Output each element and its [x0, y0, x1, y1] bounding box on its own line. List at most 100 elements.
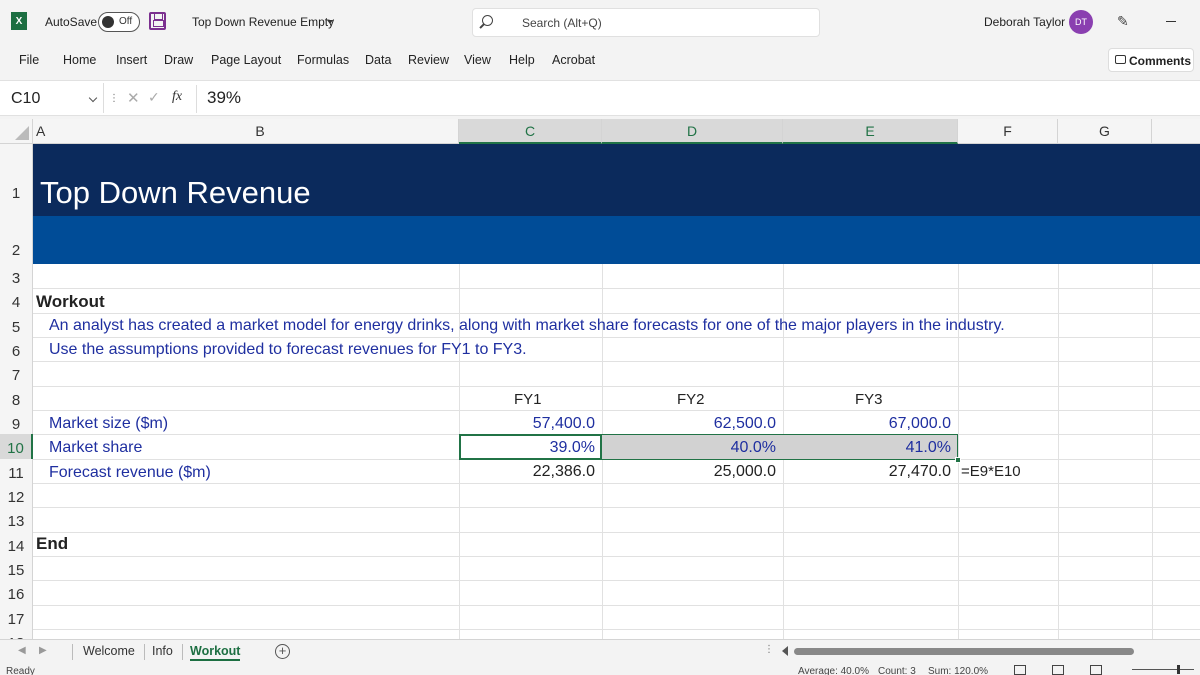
column-header-c[interactable]: C — [459, 119, 602, 144]
forecast-revenue-fy2[interactable]: 25,000.0 — [602, 463, 776, 481]
row-header[interactable]: 1 — [0, 144, 33, 216]
gridline — [33, 410, 1200, 411]
forecast-revenue-fy3[interactable]: 27,470.0 — [783, 463, 951, 481]
search-placeholder: Search (Alt+Q) — [522, 16, 602, 30]
autosave-state: Off — [119, 16, 133, 27]
tab-file[interactable]: File — [19, 53, 39, 67]
row-header[interactable]: 9 — [0, 410, 33, 434]
row-header[interactable]: 16 — [0, 580, 33, 605]
row-header[interactable]: 17 — [0, 605, 33, 629]
section-heading: Workout — [36, 292, 105, 311]
column-header-b[interactable]: B — [62, 119, 459, 144]
tab-help[interactable]: Help — [509, 53, 535, 67]
chevron-down-icon[interactable] — [88, 93, 98, 103]
tab-insert[interactable]: Insert — [116, 53, 147, 67]
row-header[interactable]: 10 — [0, 434, 33, 459]
column-header-g[interactable]: G — [1058, 119, 1152, 144]
row-header[interactable]: 2 — [0, 216, 33, 264]
add-sheet-icon[interactable]: + — [275, 644, 290, 659]
minimize-icon[interactable] — [1166, 21, 1176, 22]
row-header[interactable]: 11 — [0, 459, 33, 483]
user-name[interactable]: Deborah Taylor — [984, 15, 1065, 29]
more-options-icon[interactable]: ⋮ — [764, 644, 774, 655]
formula-note[interactable]: =E9*E10 — [961, 463, 1021, 480]
scroll-left-icon[interactable] — [782, 646, 788, 656]
sheet-tab-info[interactable]: Info — [152, 644, 173, 658]
tab-acrobat[interactable]: Acrobat — [552, 53, 595, 67]
save-icon[interactable] — [149, 12, 166, 30]
zoom-slider-knob[interactable] — [1177, 665, 1180, 674]
row-header[interactable]: 14 — [0, 532, 33, 556]
search-input[interactable]: Search (Alt+Q) — [472, 8, 820, 37]
page-break-view-icon[interactable] — [1090, 665, 1102, 675]
gridline — [33, 288, 1200, 289]
gridline — [33, 386, 1200, 387]
sheet-prev-icon[interactable]: ◀ — [18, 645, 26, 656]
row-header[interactable]: 3 — [0, 264, 33, 288]
comments-button[interactable]: Comments — [1108, 48, 1194, 72]
market-size-fy3[interactable]: 67,000.0 — [783, 415, 951, 433]
designer-pen-icon[interactable]: ✎ — [1117, 14, 1131, 28]
zoom-slider[interactable] — [1132, 669, 1194, 670]
tab-formulas[interactable]: Formulas — [297, 53, 349, 67]
gridline — [33, 629, 1200, 630]
insert-function-icon[interactable]: fx — [172, 89, 182, 105]
market-share-fy2[interactable]: 40.0% — [602, 439, 776, 457]
subtitle-band — [33, 216, 1200, 264]
row-header[interactable]: 13 — [0, 507, 33, 532]
sheet-tab-workout[interactable]: Workout — [190, 644, 241, 661]
market-share-fy3[interactable]: 41.0% — [783, 439, 951, 457]
market-size-fy1[interactable]: 57,400.0 — [459, 415, 595, 433]
row-header[interactable]: 8 — [0, 386, 33, 410]
tab-data[interactable]: Data — [365, 53, 391, 67]
name-box[interactable]: C10 — [0, 83, 104, 113]
name-box-value: C10 — [11, 90, 41, 107]
ribbon-tabs: File Home Insert Draw Page Layout Formul… — [0, 44, 1200, 78]
column-header-e[interactable]: E — [783, 119, 958, 144]
status-bar: Ready Average: 40.0% Count: 3 Sum: 120.0… — [0, 663, 1200, 675]
tab-home[interactable]: Home — [63, 53, 96, 67]
column-header-h[interactable] — [1152, 119, 1200, 144]
market-share-fy1[interactable]: 39.0% — [459, 439, 595, 457]
search-icon — [482, 15, 493, 26]
enter-icon[interactable]: ✓ — [148, 89, 160, 106]
tab-draw[interactable]: Draw — [164, 53, 193, 67]
normal-view-icon[interactable] — [1014, 665, 1026, 675]
tab-view[interactable]: View — [464, 53, 491, 67]
autosave-toggle[interactable]: Off — [98, 12, 140, 32]
status-sum[interactable]: Sum: 120.0% — [928, 666, 988, 675]
row-header[interactable]: 5 — [0, 313, 33, 337]
column-header-d[interactable]: D — [602, 119, 783, 144]
market-size-fy2[interactable]: 62,500.0 — [602, 415, 776, 433]
forecast-revenue-fy1[interactable]: 22,386.0 — [459, 463, 595, 481]
select-all-corner[interactable] — [0, 119, 33, 144]
formula-input[interactable]: 39% — [207, 88, 241, 108]
status-count[interactable]: Count: 3 — [878, 666, 916, 675]
row-header[interactable]: 6 — [0, 337, 33, 361]
forecast-revenue-label: Forecast revenue ($m) — [49, 464, 211, 481]
row-header[interactable]: 7 — [0, 361, 33, 386]
autosave-label: AutoSave — [45, 15, 98, 29]
comment-icon — [1115, 55, 1126, 64]
gridline — [33, 361, 1200, 362]
tab-page-layout[interactable]: Page Layout — [211, 53, 281, 67]
tab-divider — [72, 644, 73, 660]
more-options-icon[interactable]: ⋮ — [109, 93, 119, 104]
row-header[interactable]: 12 — [0, 483, 33, 507]
page-layout-view-icon[interactable] — [1052, 665, 1064, 675]
row-header[interactable]: 15 — [0, 556, 33, 580]
tab-divider — [182, 644, 183, 660]
cancel-icon[interactable]: ✕ — [127, 89, 140, 107]
horizontal-scrollbar[interactable] — [794, 648, 1134, 655]
status-average[interactable]: Average: 40.0% — [798, 666, 869, 675]
sheet-tab-welcome[interactable]: Welcome — [83, 644, 135, 658]
chevron-down-icon[interactable] — [327, 20, 333, 24]
row-header[interactable]: 4 — [0, 288, 33, 313]
spreadsheet-grid[interactable]: A B C D E F G 1 2 3 4 5 6 7 8 9 10 11 12… — [0, 119, 1200, 639]
tab-review[interactable]: Review — [408, 53, 449, 67]
column-header-f[interactable]: F — [958, 119, 1058, 144]
row-header[interactable]: 18 — [0, 629, 33, 639]
sheet-next-icon[interactable]: ▶ — [39, 645, 47, 656]
avatar[interactable]: DT — [1069, 10, 1093, 34]
document-title[interactable]: Top Down Revenue Empty — [192, 15, 334, 29]
